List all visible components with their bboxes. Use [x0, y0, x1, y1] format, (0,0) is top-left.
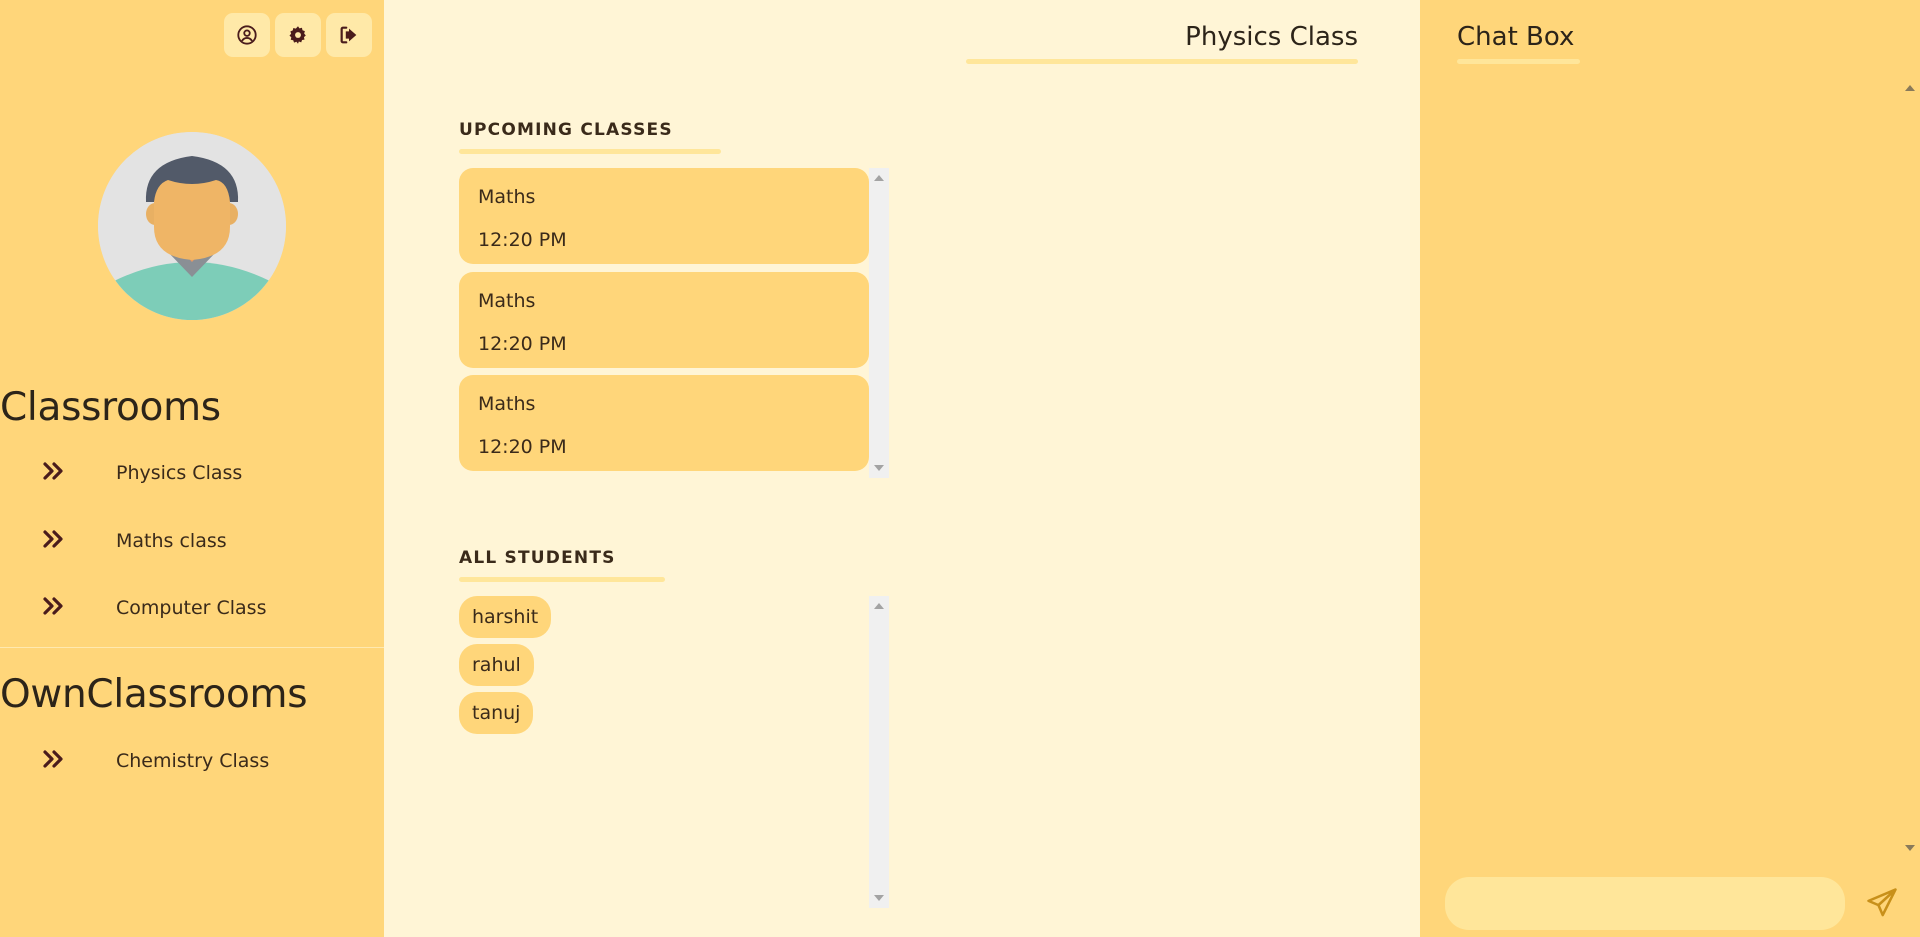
chevron-double-right-icon	[43, 530, 63, 548]
sidebar-item-maths-class[interactable]: Maths class	[0, 516, 384, 566]
chat-message-input[interactable]	[1445, 877, 1845, 930]
sidebar-item-label: Maths class	[116, 530, 227, 552]
class-subject: Maths	[478, 393, 536, 415]
scroll-down-icon[interactable]	[1905, 845, 1915, 851]
upcoming-underline	[459, 149, 721, 154]
chevron-double-right-icon	[43, 597, 63, 615]
settings-button[interactable]	[275, 13, 321, 57]
list-item[interactable]: Maths 12:20 PM	[459, 168, 869, 264]
profile-button[interactable]	[224, 13, 270, 57]
avatar	[98, 132, 286, 320]
chevron-double-right-icon	[43, 750, 63, 768]
user-circle-icon	[237, 25, 257, 45]
chat-scrollbar[interactable]	[1900, 79, 1920, 857]
page-title: Physics Class	[1185, 22, 1358, 52]
scroll-down-icon[interactable]	[874, 465, 884, 471]
gear-icon	[289, 26, 306, 44]
own-classrooms-heading: OwnClassrooms	[0, 672, 308, 717]
scroll-up-icon[interactable]	[874, 603, 884, 609]
upcoming-classes-heading: UPCOMING CLASSES	[459, 120, 673, 140]
sidebar-item-label: Computer Class	[116, 597, 267, 619]
chat-panel: Chat Box	[1420, 0, 1920, 937]
all-students-heading: ALL STUDENTS	[459, 548, 616, 568]
sidebar-item-physics-class[interactable]: Physics Class	[0, 448, 384, 498]
chevron-double-right-icon	[43, 462, 63, 480]
sidebar-top-actions	[224, 13, 372, 57]
class-time: 12:20 PM	[478, 229, 567, 251]
student-chip[interactable]: rahul	[459, 644, 534, 686]
paper-plane-icon[interactable]	[1865, 886, 1899, 920]
class-time: 12:20 PM	[478, 333, 567, 355]
students-scrollbar[interactable]	[869, 596, 889, 908]
student-chip[interactable]: tanuj	[459, 692, 534, 734]
class-subject: Maths	[478, 186, 536, 208]
scroll-up-icon[interactable]	[1905, 85, 1915, 91]
sidebar-item-computer-class[interactable]: Computer Class	[0, 583, 384, 633]
classrooms-heading: Classrooms	[0, 385, 221, 430]
scroll-up-icon[interactable]	[874, 175, 884, 181]
scroll-down-icon[interactable]	[874, 895, 884, 901]
sidebar-item-chemistry-class[interactable]: Chemistry Class	[0, 736, 384, 786]
class-subject: Maths	[478, 290, 536, 312]
students-list[interactable]: harshit rahul tanuj	[459, 596, 889, 908]
students-underline	[459, 577, 665, 582]
chat-underline	[1457, 59, 1580, 64]
student-chip[interactable]: harshit	[459, 596, 552, 638]
title-underline	[966, 59, 1358, 64]
main-content: Physics Class UPCOMING CLASSES Maths 12:…	[384, 0, 1420, 937]
sidebar-item-label: Physics Class	[116, 462, 243, 484]
sidebar-item-label: Chemistry Class	[116, 750, 270, 772]
upcoming-classes-list[interactable]: Maths 12:20 PM Maths 12:20 PM Maths 12:2…	[459, 168, 889, 478]
list-item[interactable]: Maths 12:20 PM	[459, 375, 869, 471]
logout-button[interactable]	[326, 13, 372, 57]
sidebar: Classrooms Physics Class Maths class Com…	[0, 0, 384, 937]
chat-title: Chat Box	[1457, 22, 1575, 52]
sidebar-divider	[0, 647, 384, 648]
list-item[interactable]: Maths 12:20 PM	[459, 272, 869, 368]
sign-out-icon	[340, 26, 357, 44]
class-time: 12:20 PM	[478, 436, 567, 458]
upcoming-scrollbar[interactable]	[869, 168, 889, 478]
